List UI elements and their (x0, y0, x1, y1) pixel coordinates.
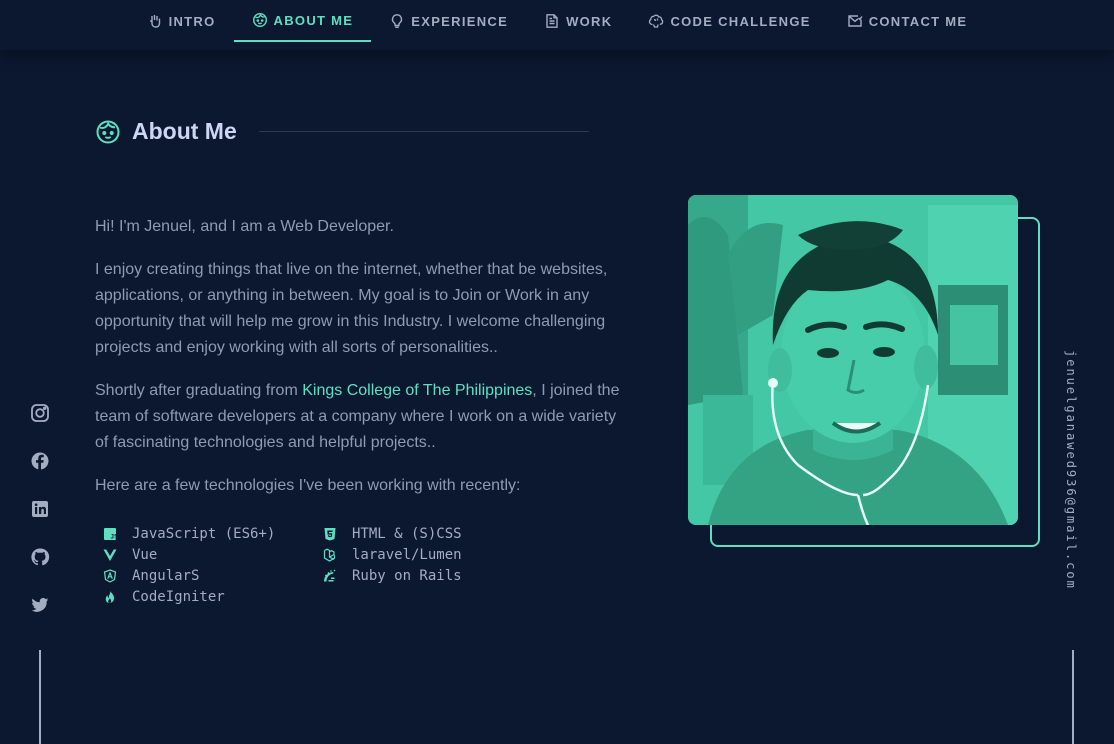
codeigniter-icon (105, 590, 114, 603)
list-item: Vue (102, 544, 322, 565)
nav-item-experience[interactable]: Experience (371, 0, 526, 42)
email-link[interactable]: jenuelganawed936@gmail.com (1064, 350, 1078, 590)
face-icon (96, 120, 120, 143)
hand-icon (149, 15, 160, 28)
nav-item-intro[interactable]: Intro (129, 0, 234, 42)
tech-intro-paragraph: Here are a few technologies I've been wo… (95, 477, 521, 494)
paragraph-text: Shortly after graduating from (95, 382, 303, 399)
nav-item-label: About Me (273, 12, 354, 28)
intro-paragraph: Hi! I'm Jenuel, and I am a Web Developer… (95, 218, 394, 235)
list-item: Ruby on Rails (322, 565, 542, 586)
right-vertical-line (1072, 650, 1074, 744)
page-title: About Me (132, 118, 237, 144)
tech-label: laravel/Lumen (352, 546, 462, 563)
background-paragraph: Shortly after graduating from Kings Coll… (95, 378, 630, 456)
list-item: laravel/Lumen (322, 544, 542, 565)
tech-label: JavaScript (ES6+) (132, 525, 276, 542)
nav-item-work[interactable]: Work (526, 0, 630, 42)
list-item: JS JavaScript (ES6+) (102, 523, 322, 544)
tech-label: CodeIgniter (132, 588, 225, 605)
technology-list: JS JavaScript (ES6+) HTML & (S)CSS Vue l… (102, 523, 542, 607)
angular-icon (103, 568, 117, 583)
nav-item-contact-me[interactable]: Contact Me (829, 0, 986, 42)
facebook-icon[interactable] (30, 451, 50, 471)
profile-photo-image (688, 195, 1018, 525)
brain-icon (649, 14, 664, 28)
github-icon[interactable] (30, 547, 50, 567)
vue-icon (103, 549, 117, 561)
list-item: AngularS (102, 565, 322, 586)
left-vertical-line (39, 650, 41, 744)
section-header: About Me (95, 118, 589, 145)
nav-item-about-me[interactable]: About Me (233, 0, 372, 42)
title-divider (258, 131, 589, 132)
tech-label: HTML & (S)CSS (352, 525, 462, 542)
bulb-icon (392, 14, 403, 28)
nav-item-label: Intro (168, 13, 216, 29)
html5-icon (324, 527, 336, 540)
instagram-icon[interactable] (30, 403, 50, 423)
rails-icon (324, 569, 336, 581)
javascript-icon: JS (104, 527, 118, 540)
nav-item-label: Work (566, 13, 613, 29)
face-icon (252, 12, 267, 28)
twitter-icon[interactable] (30, 595, 50, 615)
tech-label: Ruby on Rails (352, 567, 462, 584)
nav-item-code-challenge[interactable]: Code Challenge (630, 0, 828, 42)
list-item: HTML & (S)CSS (322, 523, 542, 544)
document-icon (546, 14, 558, 28)
about-text: Hi! I'm Jenuel, and I am a Web Developer… (95, 214, 630, 516)
mail-icon (848, 15, 863, 27)
tech-label: Vue (132, 546, 158, 563)
nav-item-label: Experience (411, 13, 509, 29)
nav-item-label: Code Challenge (670, 13, 811, 29)
social-links (30, 403, 50, 615)
laravel-icon (323, 548, 336, 562)
list-item: CodeIgniter (102, 586, 322, 607)
college-link[interactable]: Kings College of The Philippines (302, 382, 532, 399)
nav-item-label: Contact Me (868, 13, 968, 29)
top-nav: Intro About Me Experience Work Code Chal… (0, 0, 1114, 50)
linkedin-icon[interactable] (30, 499, 50, 519)
svg-text:JS: JS (111, 533, 118, 540)
goal-paragraph: I enjoy creating things that live on the… (95, 261, 608, 356)
tech-label: AngularS (132, 567, 200, 584)
profile-photo[interactable] (688, 195, 1018, 525)
